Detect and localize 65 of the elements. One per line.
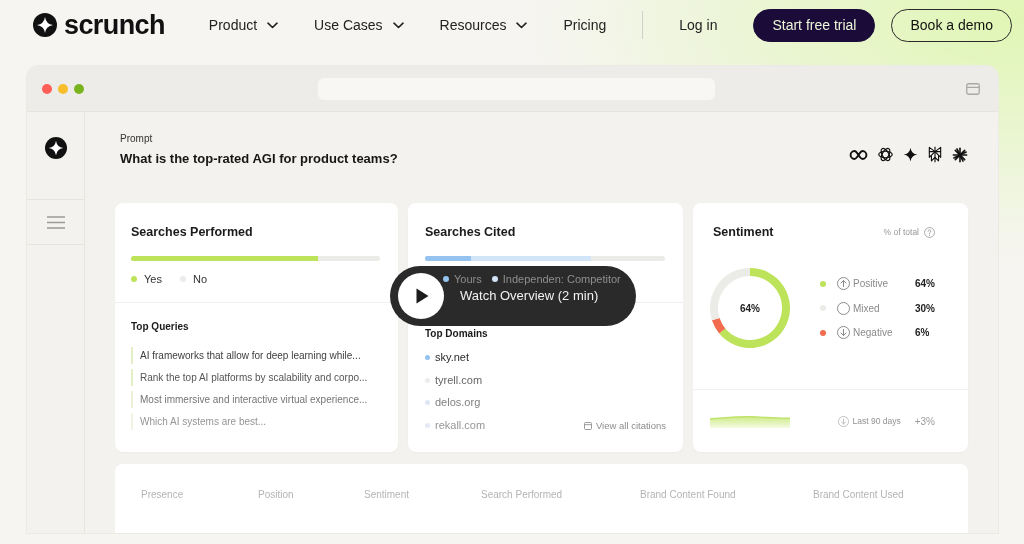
asterisk-icon [952, 146, 968, 163]
domain-name: sky.net [435, 350, 470, 365]
window-dot-icon [58, 83, 68, 94]
card-title: Sentiment [713, 225, 774, 240]
column-header: Search Performed [481, 489, 564, 502]
logo-icon [33, 13, 57, 37]
sparkle-icon [903, 147, 918, 162]
column-header: Brand Content Found [640, 489, 737, 502]
chevron-down-icon [516, 21, 528, 29]
legend-label: Yes [144, 272, 162, 286]
chevron-down-icon [392, 21, 404, 29]
period-label: Last 90 days [852, 414, 901, 428]
legend-label: Negative [853, 326, 894, 340]
window-dot-icon [42, 83, 52, 94]
legend-value: 6% [915, 326, 930, 340]
legend-label: Independen: Competitor [502, 272, 621, 286]
card-title: Searches Performed [131, 225, 254, 240]
brand-logo[interactable]: scrunch [33, 11, 165, 39]
nav-link[interactable]: Use Cases [314, 14, 404, 36]
arrow-down-circle-icon [837, 415, 849, 427]
menu-icon [46, 215, 65, 229]
prompt-label: Prompt [120, 133, 154, 145]
lattice-icon [927, 146, 943, 163]
window-dot-icon [74, 83, 84, 94]
window-icon [966, 82, 980, 95]
knot-icon [877, 146, 894, 163]
legend-label: No [192, 272, 207, 286]
logo-icon [44, 137, 67, 159]
query-item: AI frameworks that allow for deep learning while... [131, 347, 382, 364]
document-icon [583, 421, 592, 430]
arrow-down-circle-icon [837, 326, 850, 339]
legend-value: 30% [915, 301, 935, 316]
query-item: Which AI systems are best... [131, 413, 382, 430]
nav-link[interactable]: Product [208, 14, 279, 36]
infinity-icon [849, 148, 868, 161]
domain-name: tyrell.com [435, 372, 483, 388]
column-header: Sentiment [364, 489, 411, 502]
prompt-question: What is the top-rated AGI for product teams? [120, 151, 398, 167]
help-icon [924, 227, 935, 238]
column-header: Position [258, 489, 295, 502]
section-title: Top Queries [131, 320, 190, 333]
nav-link[interactable]: Resources [439, 14, 528, 36]
query-item: Most immersive and interactive virtual experience... [131, 391, 382, 408]
change-value: +3% [914, 414, 935, 429]
nav-link[interactable]: Pricing [563, 14, 607, 36]
domain-name: rekall.com [435, 417, 486, 433]
query-item: Rank the top AI platforms by scalability and corpo... [131, 369, 382, 386]
domain-name: delos.org [435, 395, 481, 410]
trial-button[interactable]: Start free trial [753, 8, 876, 42]
legend-label: Positive [853, 277, 889, 291]
card-title: Searches Cited [425, 225, 517, 240]
login-link[interactable]: Log in [679, 14, 718, 36]
column-header: Presence [141, 489, 185, 502]
column-header: Brand Content Used [813, 489, 905, 502]
legend-label: Mixed [853, 301, 881, 316]
view-citations-link[interactable]: View all citations [583, 418, 666, 433]
section-title: Top Domains [425, 327, 489, 340]
circle-icon [837, 301, 850, 315]
legend-value: 64% [915, 277, 935, 291]
legend-label: Yours [454, 272, 482, 286]
arrow-up-circle-icon [837, 277, 850, 290]
total-note: % of total [883, 226, 919, 239]
donut-center-label: 64% [740, 301, 760, 316]
chevron-down-icon [267, 21, 279, 29]
play-icon [398, 273, 444, 319]
